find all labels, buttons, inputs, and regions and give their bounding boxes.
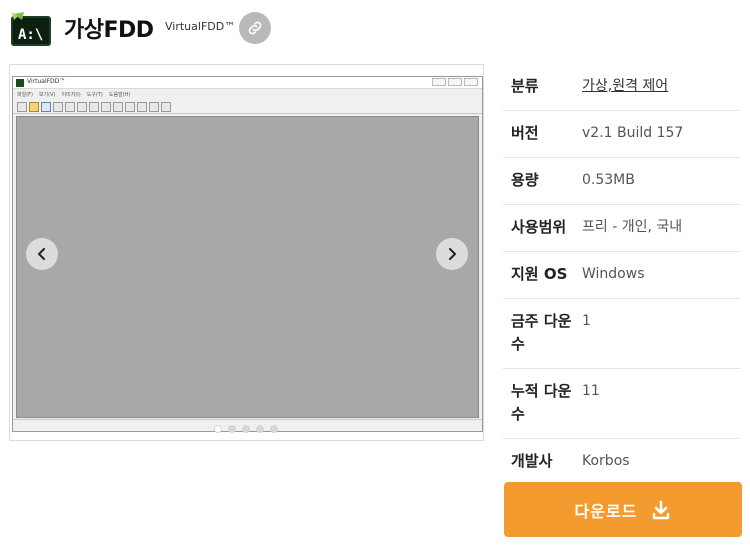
next-image-button[interactable]	[436, 238, 468, 270]
view-large-icon	[113, 102, 123, 112]
info-row-total-downloads: 누적 다운수 11	[503, 369, 740, 439]
info-value: 프리 - 개인, 국내	[582, 219, 683, 235]
gallery-dot[interactable]	[214, 425, 222, 433]
info-value: 0.53MB	[582, 172, 635, 188]
info-row-developer: 개발사 Korbos	[503, 439, 740, 486]
open-folder-icon	[29, 102, 39, 112]
info-label: 용량	[511, 171, 539, 189]
info-row-category: 분류 가상,원격 제어	[503, 64, 740, 111]
download-icon	[653, 500, 670, 519]
view-details-icon	[149, 102, 159, 112]
properties-icon	[89, 102, 99, 112]
copy-link-button[interactable]	[239, 12, 271, 44]
screenshot-image[interactable]: VirtualFDD™ 파일(F) 보기(V) 이미지(I) 도구(T) 도움말…	[12, 76, 483, 432]
window-app-icon	[16, 79, 24, 87]
gallery-dot[interactable]	[256, 425, 264, 433]
info-value: 11	[582, 383, 600, 399]
gallery-pagination	[214, 425, 278, 433]
menu-image: 이미지(I)	[61, 92, 81, 98]
info-row-weekly-downloads: 금주 다운수 1	[503, 299, 740, 369]
window-menubar: 파일(F) 보기(V) 이미지(I) 도구(T) 도움말(H)	[13, 90, 482, 100]
info-label: 사용범위	[511, 218, 567, 236]
gallery-dot[interactable]	[228, 425, 236, 433]
maximize-icon	[448, 78, 462, 86]
terminal-drive-icon: A:\	[11, 12, 51, 46]
previous-image-button[interactable]	[26, 238, 58, 270]
info-row-size: 용량 0.53MB	[503, 158, 740, 205]
screenshot-gallery: VirtualFDD™ 파일(F) 보기(V) 이미지(I) 도구(T) 도움말…	[9, 64, 484, 441]
software-info-table: 분류 가상,원격 제어 버전 v2.1 Build 157 용량 0.53MB …	[503, 64, 740, 486]
link-icon	[248, 21, 262, 35]
info-row-license: 사용범위 프리 - 개인, 국내	[503, 205, 740, 252]
info-label: 금주 다운수	[511, 312, 572, 353]
info-label: 지원 OS	[511, 265, 568, 283]
info-row-version: 버전 v2.1 Build 157	[503, 111, 740, 158]
category-link[interactable]: 가상,원격 제어	[582, 75, 740, 110]
chevron-left-icon	[38, 248, 45, 260]
menu-view: 보기(V)	[38, 92, 56, 98]
info-value: 1	[582, 313, 591, 329]
app-subtitle: VirtualFDD™	[165, 20, 236, 33]
info-value: v2.1 Build 157	[582, 125, 684, 141]
view-small-icon	[125, 102, 135, 112]
extract-icon	[53, 102, 63, 112]
info-label: 분류	[511, 77, 539, 95]
minimize-icon	[432, 78, 446, 86]
svg-text:A:\: A:\	[18, 27, 43, 43]
window-toolbar	[13, 100, 482, 114]
gallery-dot[interactable]	[270, 425, 278, 433]
window-content	[16, 116, 479, 418]
new-icon	[17, 102, 27, 112]
window-controls	[432, 78, 478, 86]
view-list-icon	[137, 102, 147, 112]
add-icon	[65, 102, 75, 112]
save-icon	[41, 102, 51, 112]
info-row-os: 지원 OS Windows	[503, 252, 740, 299]
menu-tools: 도구(T)	[86, 92, 103, 98]
info-label: 버전	[511, 124, 539, 142]
menu-help: 도움말(H)	[108, 92, 131, 98]
delete-icon	[77, 102, 87, 112]
gallery-dot[interactable]	[242, 425, 250, 433]
close-icon	[464, 78, 478, 86]
info-value: Korbos	[582, 453, 630, 469]
menu-file: 파일(F)	[17, 92, 33, 98]
info-label: 개발사	[511, 452, 553, 470]
download-label: 다운로드	[574, 501, 638, 521]
app-title: 가상FDD	[64, 18, 154, 43]
app-logo: A:\	[10, 10, 52, 48]
window-titlebar: VirtualFDD™	[13, 77, 482, 89]
window-title: VirtualFDD™	[27, 78, 66, 85]
info-label: 누적 다운수	[511, 382, 572, 423]
info-icon	[161, 102, 171, 112]
download-button[interactable]: 다운로드	[504, 482, 742, 537]
info-value: Windows	[582, 266, 645, 282]
app-header: A:\ 가상FDD VirtualFDD™	[0, 0, 750, 56]
chevron-right-icon	[449, 248, 456, 260]
up-icon	[101, 102, 111, 112]
